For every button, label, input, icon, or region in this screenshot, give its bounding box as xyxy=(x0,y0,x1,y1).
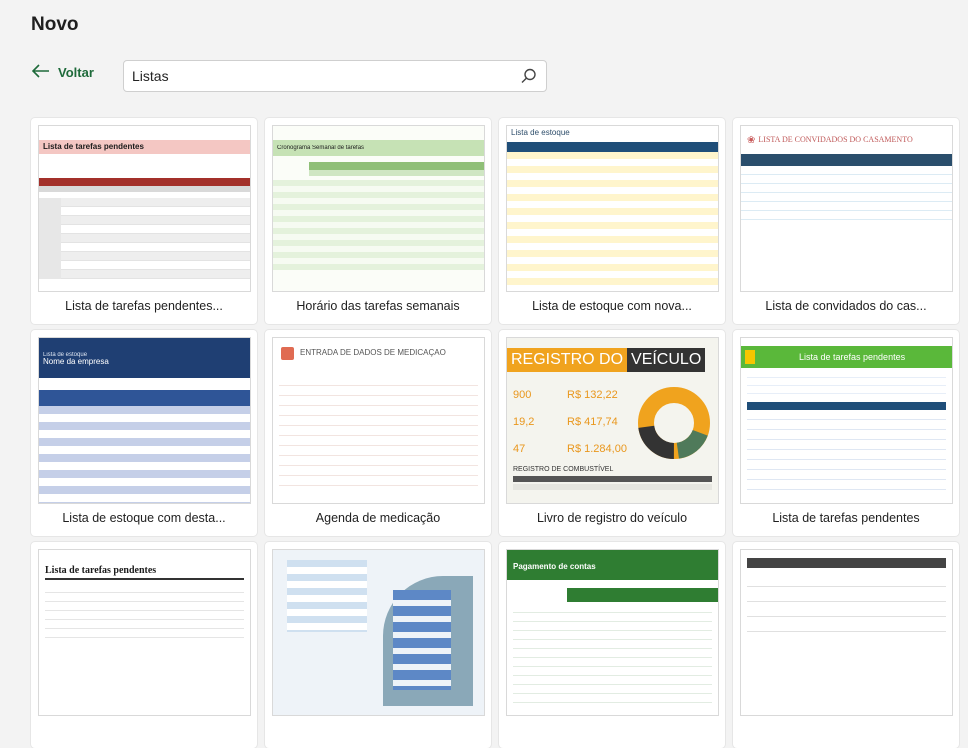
template-caption: Lista de tarefas pendentes... xyxy=(65,299,223,313)
template-thumbnail xyxy=(272,549,485,716)
template-caption: Agenda de medicação xyxy=(315,511,441,525)
donut-chart xyxy=(638,387,710,459)
template-card[interactable]: ❀ LISTA DE CONVIDADOS DO CASAMENTO Lista… xyxy=(733,118,959,324)
template-caption: Lista de estoque com nova... xyxy=(532,299,692,313)
thumb-title: Lista de tarefas pendentes xyxy=(39,140,250,154)
thumb-value: 47 xyxy=(513,443,526,455)
search-box[interactable] xyxy=(123,60,547,92)
template-card[interactable]: Lista de estoque Nome da empresa Lista d… xyxy=(31,330,257,536)
template-thumbnail: Lista de tarefas pendentes xyxy=(38,549,251,716)
pill-icon xyxy=(281,346,294,360)
template-card[interactable]: Lista de tarefas pendentes Lista de tare… xyxy=(31,118,257,324)
arrow-left-icon xyxy=(31,64,50,81)
thumb-title: Cronograma Semanal de tarefas xyxy=(277,145,365,151)
thumb-title: Lista de tarefas pendentes xyxy=(799,352,906,362)
template-caption: Livro de registro do veículo xyxy=(536,511,688,525)
thumb-value: R$ 1.284,00 xyxy=(567,443,627,455)
thumb-title: ENTRADA DE DADOS DE MEDICAÇÃO xyxy=(300,349,446,357)
template-thumbnail: Lista de tarefas pendentes xyxy=(740,337,953,504)
thumb-subtitle: Nome da empresa xyxy=(43,358,109,366)
thumb-value: R$ 132,22 xyxy=(567,389,618,401)
back-button[interactable]: Voltar xyxy=(31,64,94,81)
template-card[interactable]: Pagamento de contas xyxy=(499,542,725,748)
template-card[interactable]: ENTRADA DE DADOS DE MEDICAÇÃO Agenda de … xyxy=(265,330,491,536)
thumb-value: 19,2 xyxy=(513,416,535,428)
thumb-title: Lista de estoque xyxy=(511,128,570,137)
template-caption: Lista de tarefas pendentes xyxy=(772,511,920,525)
template-caption: Lista de estoque com desta... xyxy=(62,511,226,525)
page-title: Novo xyxy=(31,14,79,35)
thumb-title-a: REGISTRO DO xyxy=(507,348,628,372)
template-card[interactable]: Cronograma Semanal de tarefas Horário da… xyxy=(265,118,491,324)
clipboard-icon xyxy=(745,350,755,364)
back-label: Voltar xyxy=(58,65,94,80)
thumb-value: 900 xyxy=(513,389,532,401)
thumb-title: Lista de tarefas pendentes xyxy=(45,565,157,576)
template-card[interactable]: Lista de tarefas pendentes xyxy=(31,542,257,748)
template-card[interactable] xyxy=(733,542,959,748)
template-card[interactable]: Lista de estoque Lista de estoque com no… xyxy=(499,118,725,324)
template-thumbnail: REGISTRO DO VEÍCULO 900 19,2 47 R$ 132,2… xyxy=(506,337,719,504)
template-card[interactable] xyxy=(265,542,491,748)
template-thumbnail xyxy=(740,549,953,716)
template-thumbnail: Lista de tarefas pendentes xyxy=(38,125,251,292)
template-caption: Horário das tarefas semanais xyxy=(296,299,460,313)
template-card[interactable]: REGISTRO DO VEÍCULO 900 19,2 47 R$ 132,2… xyxy=(499,330,725,536)
search-icon[interactable] xyxy=(520,67,538,85)
template-thumbnail: ❀ LISTA DE CONVIDADOS DO CASAMENTO xyxy=(740,125,953,292)
search-input[interactable] xyxy=(124,67,514,85)
template-thumbnail: Lista de estoque xyxy=(506,125,719,292)
thumb-title: LISTA DE CONVIDADOS DO CASAMENTO xyxy=(758,136,913,144)
flower-icon: ❀ xyxy=(747,134,756,146)
thumb-value: R$ 417,74 xyxy=(567,416,618,428)
thumb-section: REGISTRO DE COMBUSTÍVEL xyxy=(513,466,614,473)
template-thumbnail: Lista de estoque Nome da empresa xyxy=(38,337,251,504)
thumb-title-b: VEÍCULO xyxy=(627,348,706,372)
template-card[interactable]: Lista de tarefas pendentes Lista de tare… xyxy=(733,330,959,536)
template-grid: Lista de tarefas pendentes Lista de tare… xyxy=(31,118,959,748)
thumb-title: Pagamento de contas xyxy=(513,562,596,571)
template-thumbnail: ENTRADA DE DADOS DE MEDICAÇÃO xyxy=(272,337,485,504)
template-thumbnail: Pagamento de contas xyxy=(506,549,719,716)
template-thumbnail: Cronograma Semanal de tarefas xyxy=(272,125,485,292)
template-caption: Lista de convidados do cas... xyxy=(765,299,927,313)
